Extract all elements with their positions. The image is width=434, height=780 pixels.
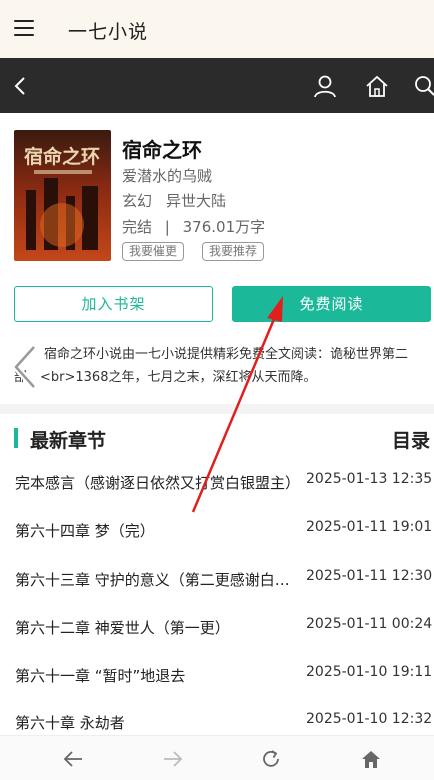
back-arrow-icon[interactable]: [62, 748, 84, 770]
genre-tag: 玄幻: [122, 192, 153, 210]
user-icon[interactable]: [312, 73, 338, 99]
chapter-name[interactable]: 第六十三章 守护的意义（第二更感谢白银盟主）: [15, 569, 301, 590]
chapter-name[interactable]: 第六十一章 “暂时”地退去: [15, 665, 301, 686]
section-divider: [0, 404, 434, 414]
add-to-shelf-button[interactable]: 加入书架: [14, 286, 213, 322]
chapter-item[interactable]: 完本感言（感谢逐日依然又打赏白银盟主） 2025-01-13 12:35: [0, 458, 434, 506]
chevron-left-icon[interactable]: [10, 343, 40, 391]
table-of-contents-link[interactable]: 目录: [392, 426, 430, 453]
free-read-button[interactable]: 免费阅读: [232, 286, 431, 322]
chapter-date: 2025-01-10 19:11: [306, 664, 433, 680]
chapter-date: 2025-01-10 12:32: [306, 711, 433, 727]
reload-icon[interactable]: [260, 748, 282, 770]
chapter-date: 2025-01-11 00:24: [306, 616, 433, 632]
description-line: 部。<br>1368之年，七月之末，深红将从天而降。: [14, 370, 317, 385]
home-icon[interactable]: [364, 73, 390, 99]
status-separator: |: [164, 218, 170, 236]
chapter-name[interactable]: 第六十四章 梦（完）: [15, 520, 301, 541]
search-icon[interactable]: [412, 73, 434, 99]
home-icon[interactable]: [360, 748, 382, 770]
app-header: 一七小说: [0, 0, 434, 58]
back-icon[interactable]: [8, 73, 34, 99]
recommend-button[interactable]: 我要推荐: [202, 242, 265, 261]
chapter-item[interactable]: 第六十三章 守护的意义（第二更感谢白银盟主） 2025-01-11 12:30: [0, 555, 434, 603]
menu-icon[interactable]: [14, 20, 34, 38]
word-count: 376.01万字: [182, 218, 266, 236]
book-genres: 玄幻 异世大陆: [122, 190, 240, 211]
chapter-item[interactable]: 第六十四章 梦（完） 2025-01-11 19:01: [0, 506, 434, 554]
chapter-date: 2025-01-11 12:30: [306, 568, 433, 584]
forward-arrow-icon[interactable]: [162, 748, 184, 770]
status-text: 完结: [122, 218, 153, 236]
chapter-name[interactable]: 第六十章 永劫者: [15, 712, 301, 733]
chapter-name[interactable]: 完本感言（感谢逐日依然又打赏白银盟主）: [15, 472, 301, 493]
app-title: 一七小说: [68, 21, 149, 43]
bottom-toolbar: [0, 735, 434, 780]
book-author[interactable]: 爱潜水的乌贼: [122, 165, 212, 186]
nav-bar: [0, 58, 434, 113]
chapter-item[interactable]: 第六十一章 “暂时”地退去 2025-01-10 19:11: [0, 651, 434, 699]
book-description: 宿命之环小说由一七小说提供精彩免费全文阅读：诡秘世界第二 部。<br>1368之…: [14, 343, 428, 389]
chapter-date: 2025-01-11 19:01: [306, 519, 433, 535]
genre-tag: 异世大陆: [166, 192, 227, 210]
description-line: 宿命之环小说由一七小说提供精彩免费全文阅读：诡秘世界第二: [44, 347, 409, 362]
urge-update-button[interactable]: 我要催更: [122, 242, 185, 261]
svg-text:宿命之环: 宿命之环: [24, 145, 100, 168]
chapter-item[interactable]: 第六十二章 神爱世人（第一更） 2025-01-11 00:24: [0, 603, 434, 651]
chapter-name[interactable]: 第六十二章 神爱世人（第一更）: [15, 617, 301, 638]
chapter-date: 2025-01-13 12:35: [306, 471, 433, 487]
latest-chapters-title: 最新章节: [30, 430, 107, 452]
book-status: 完结 | 376.01万字: [122, 216, 265, 237]
book-title: 宿命之环: [122, 138, 202, 162]
book-cover[interactable]: 宿命之环: [14, 130, 111, 261]
section-accent-bar: [14, 428, 18, 448]
